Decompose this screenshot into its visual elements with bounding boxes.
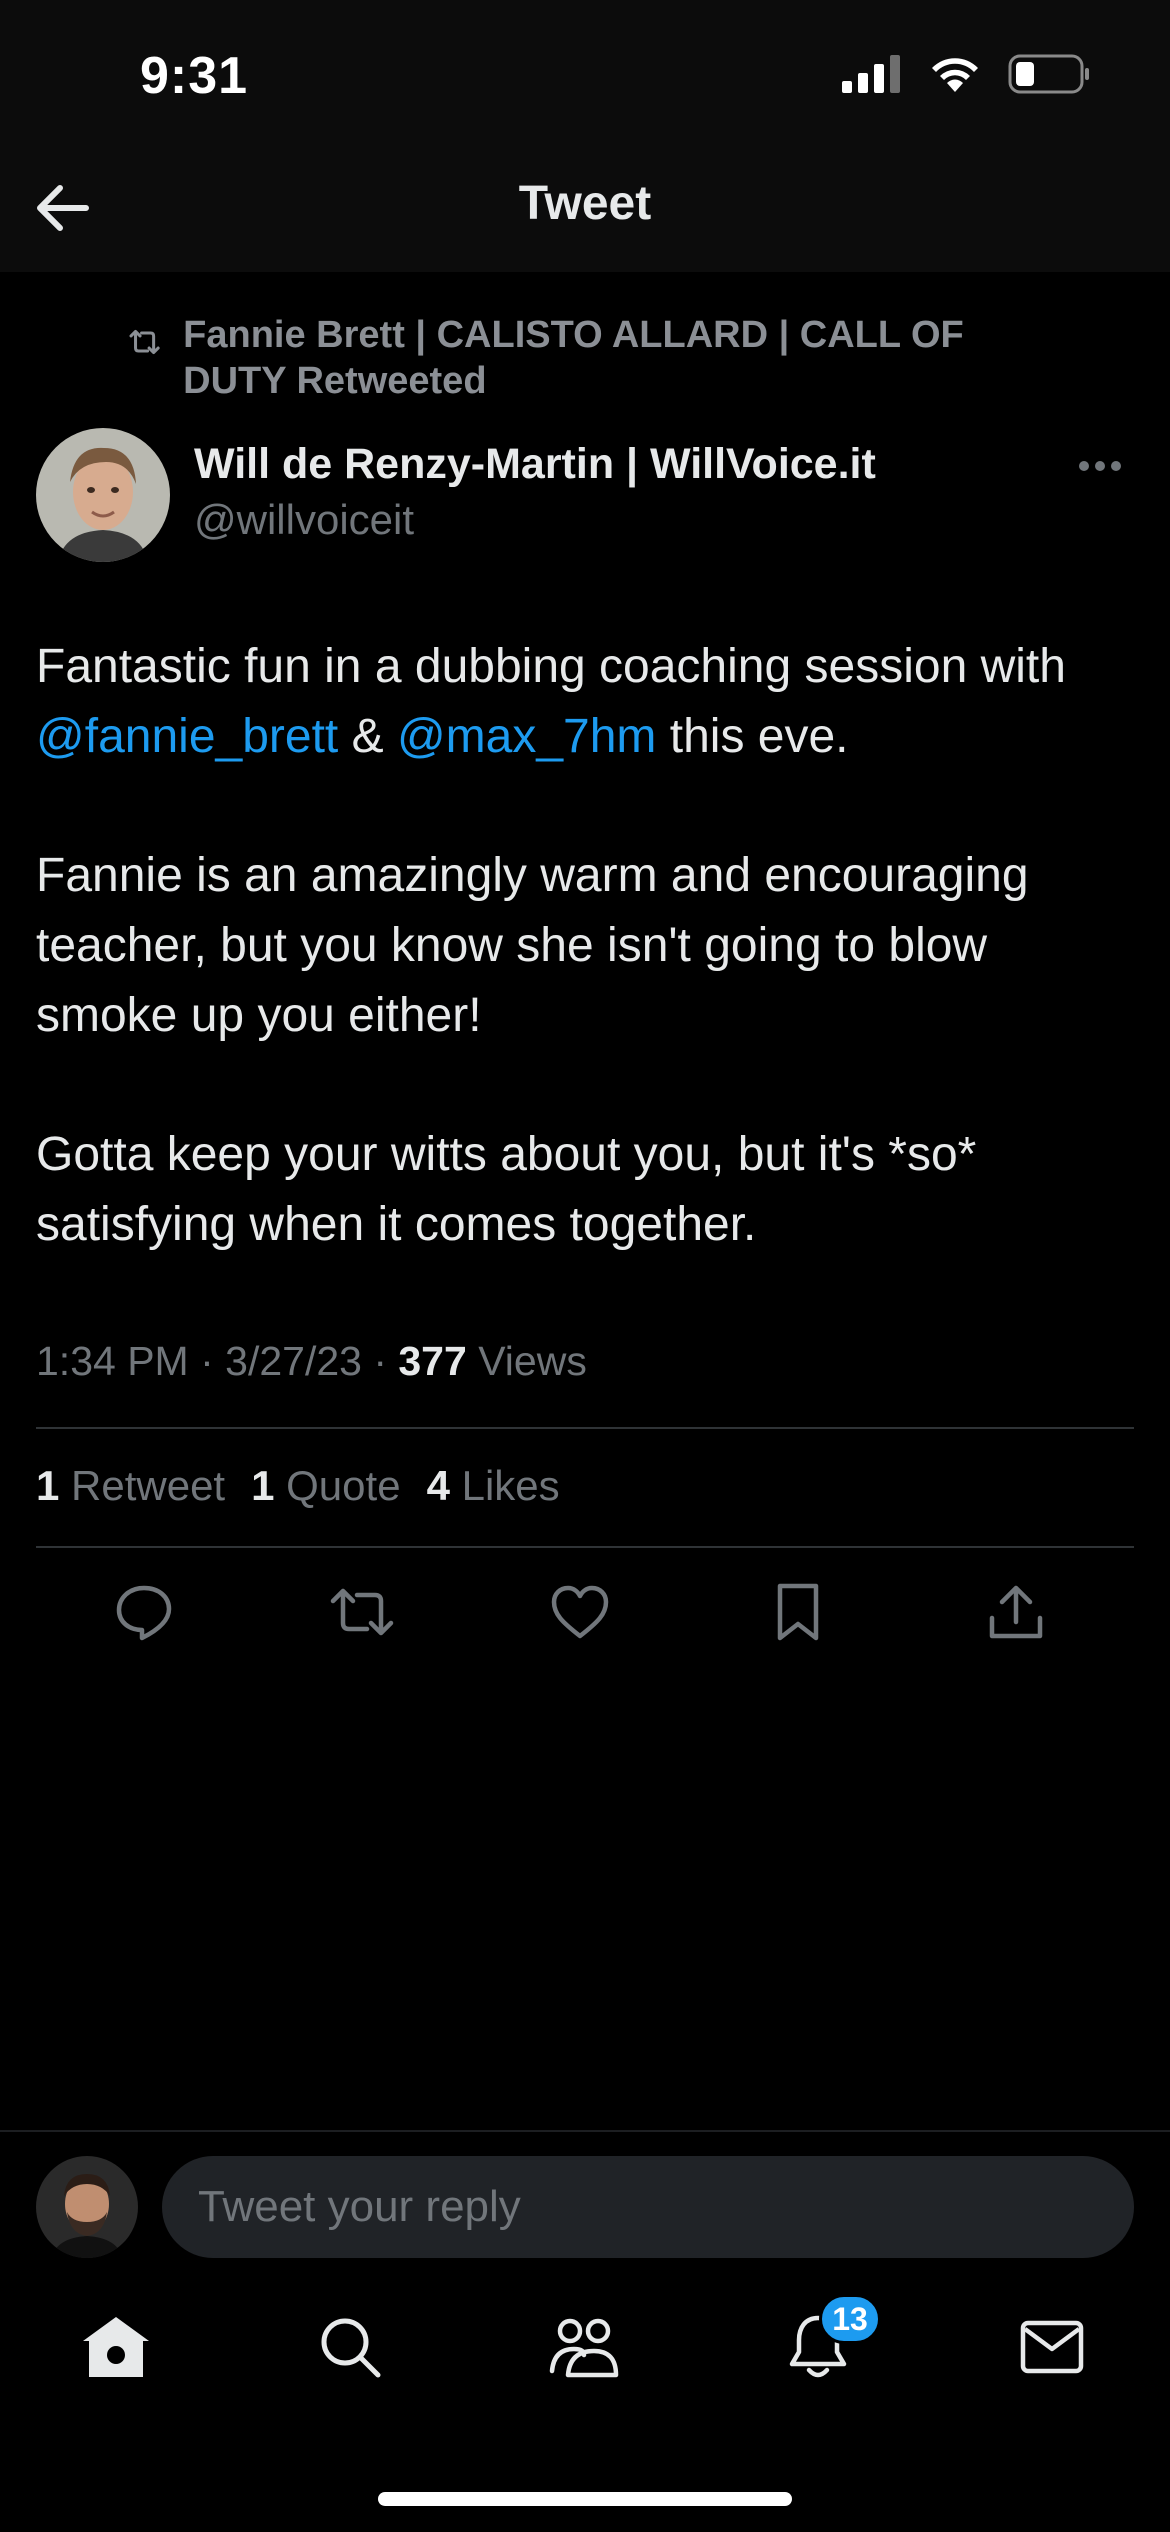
tweet-actions xyxy=(36,1576,1134,1648)
engagement-stats: 1 Retweet 1 Quote 4 Likes xyxy=(36,1462,560,1510)
tweet-text-segment: this eve. xyxy=(656,710,849,763)
top-bar: 9:31 Tweet xyxy=(0,0,1170,272)
divider xyxy=(36,1427,1134,1429)
status-time: 9:31 xyxy=(140,47,249,105)
battery-icon xyxy=(1008,54,1089,94)
tweet-paragraph-1: Fantastic fun in a dubbing coaching sess… xyxy=(36,632,1126,772)
tweet-date: 3/27/23 xyxy=(225,1338,362,1384)
retweet-icon xyxy=(129,329,160,355)
signal-icon xyxy=(842,55,900,93)
author-avatar-image xyxy=(36,428,170,562)
user-avatar-image xyxy=(36,2156,138,2258)
heart-icon xyxy=(551,1585,609,1639)
retweet-button[interactable] xyxy=(326,1576,398,1648)
reply-icon xyxy=(116,1585,172,1641)
retweet-context[interactable]: Fannie Brett | CALISTO ALLARD | CALL OF … xyxy=(128,312,1008,404)
tweet-time: 1:34 PM xyxy=(36,1338,189,1384)
retweet-icon xyxy=(330,1588,394,1636)
home-indicator xyxy=(378,2492,792,2506)
communities-icon xyxy=(549,2318,619,2378)
more-icon xyxy=(1079,461,1121,471)
nav-home[interactable] xyxy=(71,2302,161,2392)
search-icon xyxy=(321,2318,381,2378)
quotes-label: Quote xyxy=(274,1462,401,1509)
tweet-text-segment: Fantastic fun in a dubbing coaching sess… xyxy=(36,640,1066,693)
reply-button[interactable] xyxy=(108,1576,180,1648)
mail-icon xyxy=(1020,2320,1084,2374)
retweets-label: Retweet xyxy=(59,1462,226,1509)
more-options-button[interactable] xyxy=(1070,444,1130,488)
mention-link[interactable]: @max_7hm xyxy=(397,710,656,763)
notifications-badge: 13 xyxy=(819,2294,881,2344)
status-icons xyxy=(842,54,1090,94)
author-handle[interactable]: @willvoiceit xyxy=(194,496,414,544)
divider xyxy=(36,1546,1134,1548)
tweet-detail-screen: 9:31 Tweet Fannie Brett | CALISTO ALLARD… xyxy=(0,0,1170,2532)
bookmark-icon xyxy=(777,1583,819,1641)
tweet-paragraph-2: Fannie is an amazingly warm and encourag… xyxy=(36,849,1029,1042)
reply-input[interactable] xyxy=(162,2156,1134,2258)
likes-stat[interactable]: 4 Likes xyxy=(427,1462,560,1510)
page-title: Tweet xyxy=(518,177,652,230)
mention-link[interactable]: @fannie_brett xyxy=(36,710,338,763)
share-icon xyxy=(989,1585,1043,1639)
wifi-icon xyxy=(932,58,978,92)
meta-separator: · xyxy=(361,1338,399,1384)
meta-separator: · xyxy=(188,1338,226,1384)
likes-count: 4 xyxy=(426,1462,450,1509)
nav-messages[interactable] xyxy=(1007,2302,1097,2392)
nav-search[interactable] xyxy=(305,2302,395,2392)
views-count[interactable]: 377 xyxy=(398,1338,466,1384)
quotes-stat[interactable]: 1 Quote xyxy=(251,1462,400,1510)
tweet-meta: 1:34 PM · 3/27/23 · 377 Views xyxy=(36,1338,587,1385)
tweet-text-segment: & xyxy=(338,710,397,763)
nav-notifications[interactable]: 13 xyxy=(773,2294,881,2392)
author-name[interactable]: Will de Renzy-Martin | WillVoice.it xyxy=(194,440,876,489)
retweets-count: 1 xyxy=(36,1462,60,1509)
views-label[interactable]: Views xyxy=(467,1338,587,1384)
like-button[interactable] xyxy=(544,1576,616,1648)
bookmark-button[interactable] xyxy=(762,1576,834,1648)
nav-communities[interactable] xyxy=(539,2302,629,2392)
home-icon xyxy=(83,2317,149,2377)
reply-bar xyxy=(0,2130,1170,2274)
bottom-navigation: 13 xyxy=(0,2276,1170,2436)
author-avatar[interactable] xyxy=(36,428,170,562)
tweet-paragraph-3: Gotta keep your witts about you, but it'… xyxy=(36,1128,977,1251)
tweet-text: Fantastic fun in a dubbing coaching sess… xyxy=(36,632,1126,1329)
retweet-context-label: Fannie Brett | CALISTO ALLARD | CALL OF … xyxy=(183,314,964,402)
quotes-count: 1 xyxy=(251,1462,275,1509)
likes-label: Likes xyxy=(449,1462,560,1509)
user-avatar[interactable] xyxy=(36,2156,138,2258)
share-button[interactable] xyxy=(980,1576,1052,1648)
retweets-stat[interactable]: 1 Retweet xyxy=(36,1462,225,1510)
